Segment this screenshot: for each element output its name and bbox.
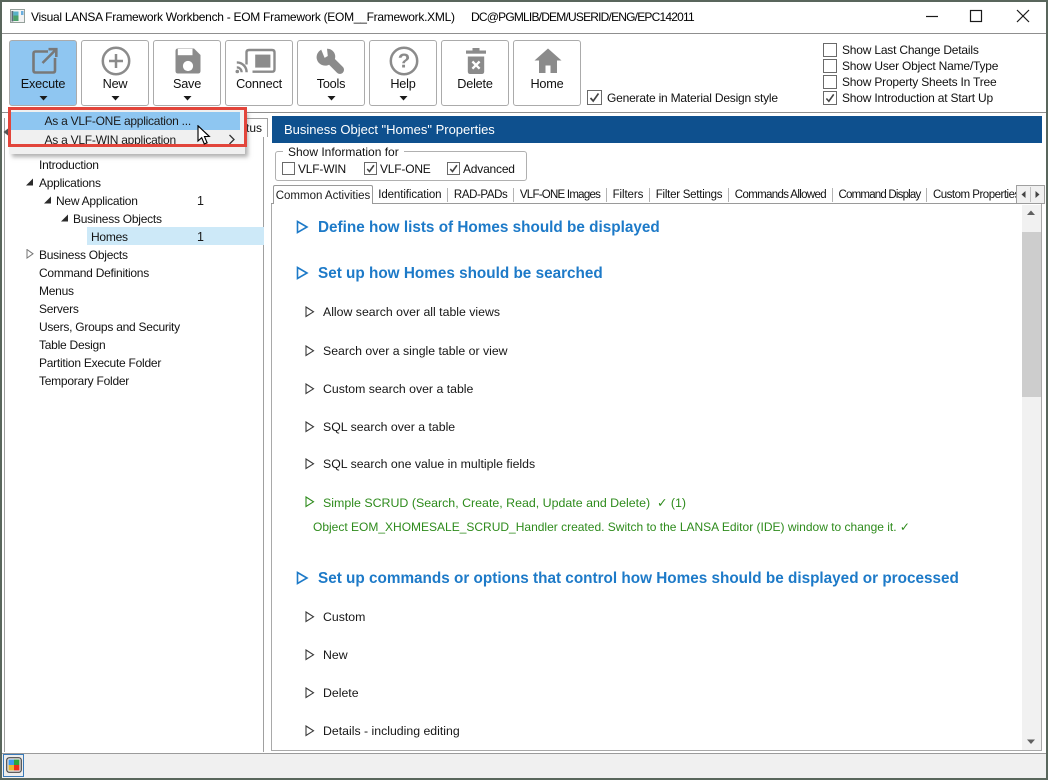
svg-text:?: ? bbox=[398, 50, 411, 73]
